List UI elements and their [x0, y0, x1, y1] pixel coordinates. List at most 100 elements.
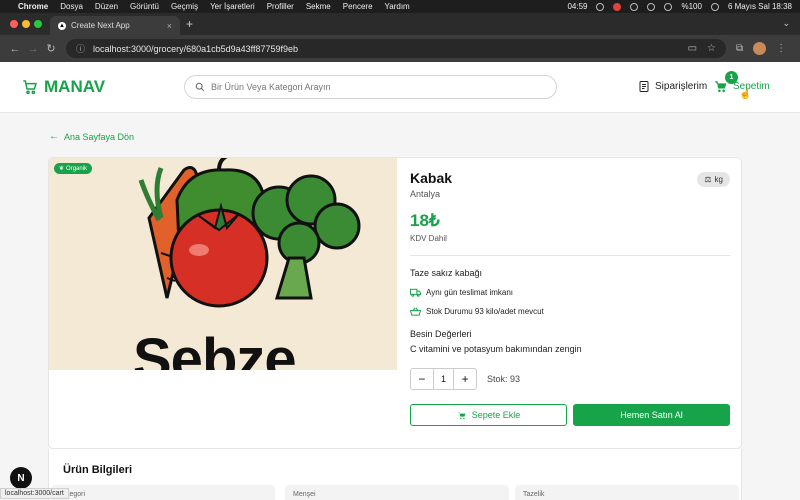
menu-view[interactable]: Görüntü — [130, 2, 159, 11]
menu-file[interactable]: Dosya — [60, 2, 83, 11]
menu-history[interactable]: Geçmiş — [171, 2, 198, 11]
menu-edit[interactable]: Düzen — [95, 2, 118, 11]
minimize-window-button[interactable] — [22, 20, 30, 28]
zoom-window-button[interactable] — [34, 20, 42, 28]
page: MANAV Siparişlerim 1 Sepetim ☝ ← Ana Say… — [0, 62, 800, 500]
search-bar[interactable] — [184, 75, 557, 99]
product-description: Taze sakız kabağı — [410, 268, 483, 278]
tax-note: KDV Dahil — [410, 234, 447, 243]
add-to-cart-button[interactable]: Sepete Ekle — [410, 404, 567, 426]
nextjs-dev-indicator[interactable]: N — [10, 467, 32, 489]
back-arrow-icon[interactable]: ← — [6, 43, 24, 55]
nutrition-title: Besin Değerleri — [410, 329, 472, 339]
back-to-home-link[interactable]: ← Ana Sayfaya Dön — [49, 131, 134, 142]
unit-badge: ⚖ kg — [697, 172, 730, 187]
stock-count: Stok: 93 — [487, 374, 521, 384]
category-box: Kategori — [51, 485, 275, 500]
search-icon — [195, 82, 205, 92]
clock-text[interactable]: 6 Mayıs Sal 18:38 — [728, 2, 792, 11]
menu-app[interactable]: Chrome — [18, 2, 48, 11]
product-name: Kabak — [410, 170, 453, 186]
buy-now-button[interactable]: Hemen Satın Al — [573, 404, 730, 426]
nextjs-favicon-icon: ▲ — [58, 21, 66, 30]
product-price: 18₺ — [410, 211, 440, 230]
cast-icon[interactable]: ▭ — [688, 43, 697, 54]
delivery-feature: Aynı gün teslimat imkanı — [410, 288, 730, 297]
battery-icon[interactable] — [664, 2, 673, 11]
increase-button[interactable]: + — [454, 369, 476, 389]
truck-icon — [410, 288, 421, 297]
site-logo[interactable]: MANAV — [22, 77, 105, 97]
pause-icon[interactable] — [596, 2, 605, 11]
bookmark-star-icon[interactable]: ☆ — [707, 43, 716, 54]
search-input[interactable] — [211, 82, 531, 92]
back-link-label: Ana Sayfaya Dön — [64, 131, 135, 142]
delivery-text: Aynı gün teslimat imkanı — [426, 288, 514, 297]
wifi-icon[interactable] — [710, 2, 719, 11]
cart-logo-icon — [23, 80, 37, 95]
browser-toolbar: ← → ↻ ⓘ localhost:3000/grocery/680a1cb5d… — [0, 35, 800, 62]
menu-dots-icon[interactable]: ⋮ — [776, 43, 786, 54]
basket-icon — [410, 307, 421, 316]
weight-icon: ⚖ — [704, 175, 712, 184]
pointer-cursor-icon: ☝ — [739, 89, 752, 100]
image-caption-text: Sebze — [133, 327, 297, 370]
cart-icon — [457, 411, 466, 419]
cart-count-badge: 1 — [725, 71, 738, 84]
tab-strip: ▲ Create Next App × + ⌄ — [0, 13, 800, 35]
timer-text: 04:59 — [567, 2, 588, 11]
tab-close-icon[interactable]: × — [167, 21, 172, 31]
section-title: Ürün Bilgileri — [63, 464, 133, 476]
site-header: MANAV Siparişlerim 1 Sepetim ☝ — [0, 62, 800, 113]
tab-search-icon[interactable]: ⌄ — [782, 18, 790, 29]
unit-label: kg — [714, 175, 723, 184]
product-details-section: Ürün Bilgileri Kategori Menşei Tazelik — [48, 449, 742, 500]
browser-tab[interactable]: ▲ Create Next App × — [50, 16, 180, 35]
logo-text: MANAV — [44, 77, 106, 96]
status-icon[interactable] — [630, 2, 639, 11]
record-icon[interactable] — [613, 2, 622, 11]
reload-icon[interactable]: ↻ — [42, 42, 60, 55]
buy-now-label: Hemen Satın Al — [620, 410, 683, 420]
orders-link[interactable]: Siparişlerim — [638, 80, 707, 93]
divider — [410, 255, 730, 256]
forward-arrow-icon[interactable]: → — [24, 43, 42, 55]
site-info-icon[interactable]: ⓘ — [76, 42, 85, 55]
url-text: localhost:3000/grocery/680a1cb5d9a43ff87… — [93, 43, 299, 54]
extensions-icon[interactable]: ⧉ — [736, 43, 743, 54]
profile-avatar[interactable] — [753, 42, 767, 55]
product-info-panel: Kabak Antalya ⚖ kg 18₺ KDV Dahil Taze sa… — [410, 170, 730, 426]
menu-window[interactable]: Pencere — [343, 2, 373, 11]
stock-status-text: Stok Durumu 93 kilo/adet mevcut — [426, 307, 544, 316]
freshness-box: Tazelik — [515, 485, 739, 500]
menu-help[interactable]: Yardım — [385, 2, 410, 11]
new-tab-button[interactable]: + — [186, 17, 193, 31]
bluetooth-icon[interactable] — [647, 2, 656, 11]
quantity-stepper: − 1 + — [410, 368, 477, 390]
product-card: ❦ Organik Sebze Kabak Antalya ⚖ kg 18₺ K… — [48, 157, 742, 449]
quantity-row: − 1 + Stok: 93 — [410, 368, 730, 390]
menu-bookmarks[interactable]: Yer İşaretleri — [210, 2, 255, 11]
menu-tab[interactable]: Sekme — [306, 2, 331, 11]
product-origin: Antalya — [410, 189, 441, 199]
organic-badge: ❦ Organik — [54, 163, 93, 174]
battery-text: %100 — [681, 2, 702, 11]
close-window-button[interactable] — [10, 20, 18, 28]
macos-menubar: Chrome Dosya Düzen Görüntü Geçmiş Yer İş… — [0, 0, 800, 13]
organic-badge-label: Organik — [66, 165, 88, 172]
orders-icon — [639, 81, 649, 92]
menu-profiles[interactable]: Profiller — [267, 2, 294, 11]
action-buttons: Sepete Ekle Hemen Satın Al — [410, 404, 730, 426]
address-bar[interactable]: ⓘ localhost:3000/grocery/680a1cb5d9a43ff… — [66, 39, 726, 58]
left-arrow-icon: ← — [49, 131, 59, 142]
decrease-button[interactable]: − — [411, 369, 433, 389]
add-to-cart-label: Sepete Ekle — [471, 410, 521, 420]
stock-feature: Stok Durumu 93 kilo/adet mevcut — [410, 307, 730, 316]
product-image: ❦ Organik Sebze — [49, 158, 397, 370]
leaf-icon: ❦ — [59, 166, 65, 172]
quantity-value[interactable]: 1 — [432, 369, 455, 389]
orders-label: Siparişlerim — [655, 81, 708, 92]
nutrition-value: C vitamini ve potasyum bakımından zengin — [410, 344, 582, 354]
tab-title: Create Next App — [71, 21, 130, 30]
status-bar-url: localhost:3000/cart — [0, 488, 69, 499]
